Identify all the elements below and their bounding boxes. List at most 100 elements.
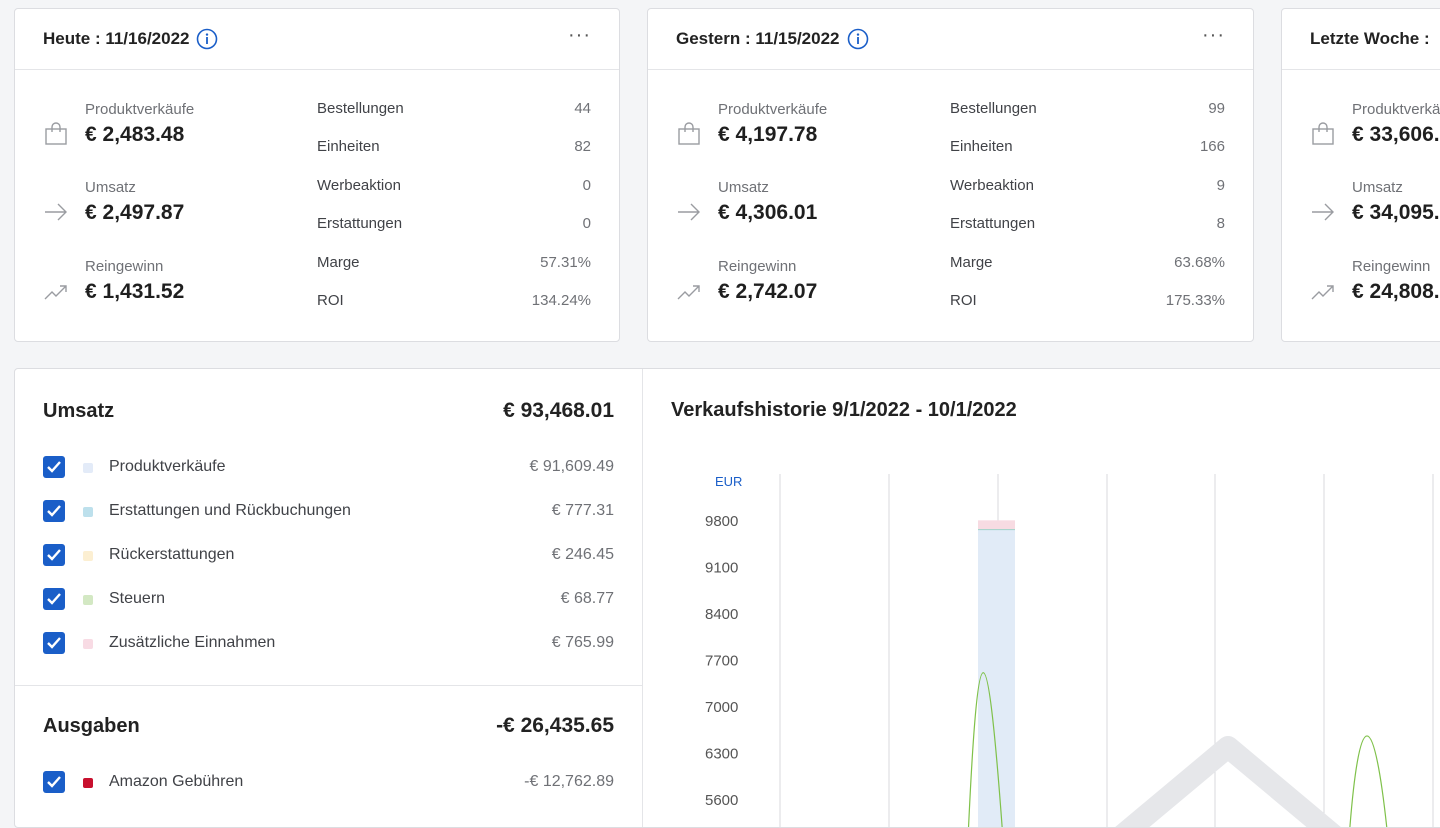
watermark-logo-icon bbox=[1115, 736, 1341, 827]
shopping-bag-icon bbox=[678, 122, 700, 145]
info-icon[interactable] bbox=[847, 28, 869, 50]
revenue-item-product-sales[interactable]: Produktverkäufe € 91,609.49 bbox=[43, 456, 614, 480]
metric-value: € 34,095. bbox=[1352, 201, 1440, 224]
stat-value: 0 bbox=[582, 177, 591, 194]
checkbox[interactable] bbox=[43, 588, 65, 610]
section-divider bbox=[15, 685, 642, 686]
revenue-item-reimbursements[interactable]: Rückerstattungen € 246.45 bbox=[43, 544, 614, 568]
card-title-text: Gestern : 11/15/2022 bbox=[676, 29, 840, 48]
metric-label: Reingewinn bbox=[718, 258, 797, 275]
metric-value: € 4,306.01 bbox=[718, 201, 818, 224]
stat-value: 44 bbox=[574, 100, 591, 117]
arrow-right-icon bbox=[1312, 203, 1334, 221]
stat-label: Bestellungen bbox=[317, 100, 404, 117]
stat-label: Erstattungen bbox=[317, 215, 403, 232]
card-header: Letzte Woche : bbox=[1282, 9, 1440, 70]
metric-label: Umsatz bbox=[85, 179, 136, 196]
revenue-item-value: € 91,609.49 bbox=[529, 458, 614, 475]
card-title: Heute : 11/16/2022 bbox=[43, 28, 218, 50]
revenue-item-value: € 246.45 bbox=[551, 546, 614, 563]
legend-swatch bbox=[83, 551, 93, 561]
metric-value: € 24,808. bbox=[1352, 280, 1440, 303]
stat-label: ROI bbox=[317, 292, 344, 309]
revenue-item-taxes[interactable]: Steuern € 68.77 bbox=[43, 588, 614, 612]
revenue-item-label: Rückerstattungen bbox=[109, 546, 235, 563]
checkbox[interactable] bbox=[43, 544, 65, 566]
chart-bar bbox=[978, 529, 1015, 827]
trending-up-icon bbox=[44, 285, 67, 300]
sales-history-chart-panel: Verkaufshistorie 9/1/2022 - 10/1/2022 EU… bbox=[643, 369, 1440, 827]
card-header: Gestern : 11/15/2022 ··· bbox=[648, 9, 1253, 70]
revenue-item-label: Steuern bbox=[109, 590, 166, 607]
card-header: Heute : 11/16/2022 ··· bbox=[15, 9, 619, 70]
revenue-item-value: € 765.99 bbox=[551, 634, 614, 651]
y-tick-label: 9800 bbox=[705, 513, 738, 530]
metric-value: € 2,742.07 bbox=[718, 280, 818, 303]
checkbox[interactable] bbox=[43, 500, 65, 522]
y-tick-label: 5600 bbox=[705, 792, 738, 809]
checkbox[interactable] bbox=[43, 771, 65, 793]
metric-label: Produktverkä bbox=[1352, 101, 1440, 118]
trending-up-icon bbox=[1311, 285, 1334, 300]
arrow-right-icon bbox=[678, 203, 700, 221]
stat-value: 166 bbox=[1199, 138, 1225, 155]
revenue-total: € 93,468.01 bbox=[503, 399, 614, 422]
expense-item-value: -€ 12,762.89 bbox=[524, 773, 614, 790]
expenses-section-title: Ausgaben bbox=[43, 715, 140, 737]
metric-label: Produktverkäufe bbox=[85, 101, 195, 118]
stat-value: 57.31% bbox=[540, 254, 591, 271]
metric-value: € 33,606. bbox=[1352, 123, 1440, 146]
y-tick-label: 7000 bbox=[705, 699, 738, 716]
stat-value: 8 bbox=[1216, 215, 1225, 232]
stat-label: Marge bbox=[950, 254, 993, 271]
revenue-overview-card: Umsatz € 93,468.01 Produktverkäufe € 91,… bbox=[14, 368, 1440, 828]
checkbox[interactable] bbox=[43, 632, 65, 654]
stat-label: Werbeaktion bbox=[950, 177, 1034, 194]
y-axis-unit-label: EUR bbox=[715, 474, 742, 489]
metric-value: € 2,497.87 bbox=[85, 201, 185, 224]
stat-label: Einheiten bbox=[317, 138, 380, 155]
card-title-text: Letzte Woche : bbox=[1310, 29, 1430, 48]
expense-item-amazon-fees[interactable]: Amazon Gebühren -€ 12,762.89 bbox=[43, 771, 614, 795]
shopping-bag-icon bbox=[1312, 122, 1334, 145]
revenue-section-title: Umsatz bbox=[43, 400, 115, 422]
legend-swatch bbox=[83, 778, 93, 788]
revenue-breakdown-panel: Umsatz € 93,468.01 Produktverkäufe € 91,… bbox=[15, 369, 643, 827]
checkbox[interactable] bbox=[43, 456, 65, 478]
revenue-item-label: Erstattungen und Rückbuchungen bbox=[109, 502, 351, 519]
more-options-icon[interactable]: ··· bbox=[1202, 25, 1225, 45]
metric-value: € 1,431.52 bbox=[85, 280, 185, 303]
revenue-item-label: Zusätzliche Einnahmen bbox=[109, 634, 276, 651]
stat-label: ROI bbox=[950, 292, 977, 309]
revenue-item-additional-income[interactable]: Zusätzliche Einnahmen € 765.99 bbox=[43, 632, 614, 656]
expenses-total: -€ 26,435.65 bbox=[496, 714, 614, 737]
metric-value: € 2,483.48 bbox=[85, 123, 185, 146]
stat-label: Bestellungen bbox=[950, 100, 1037, 117]
revenue-item-refunds-chargebacks[interactable]: Erstattungen und Rückbuchungen € 777.31 bbox=[43, 500, 614, 524]
revenue-item-value: € 68.77 bbox=[560, 590, 614, 607]
arrow-right-icon bbox=[45, 203, 67, 221]
stat-value: 134.24% bbox=[531, 292, 591, 309]
more-options-icon[interactable]: ··· bbox=[568, 25, 591, 45]
revenue-item-value: € 777.31 bbox=[551, 502, 614, 519]
y-tick-label: 7700 bbox=[705, 653, 738, 670]
stat-label: Erstattungen bbox=[950, 215, 1036, 232]
trending-up-icon bbox=[677, 285, 700, 300]
legend-swatch bbox=[83, 463, 93, 473]
card-title: Letzte Woche : bbox=[1310, 29, 1430, 49]
stat-value: 175.33% bbox=[1165, 292, 1225, 309]
y-tick-label: 9100 bbox=[705, 560, 738, 577]
stat-value: 82 bbox=[574, 138, 591, 155]
expense-item-label: Amazon Gebühren bbox=[109, 773, 244, 790]
legend-swatch bbox=[83, 507, 93, 517]
chart-bar-segment bbox=[978, 520, 1015, 530]
summary-card-today: Heute : 11/16/2022 ··· Produktverkäufe €… bbox=[14, 8, 620, 342]
stat-value: 99 bbox=[1208, 100, 1225, 117]
revenue-item-label: Produktverkäufe bbox=[109, 458, 226, 475]
sales-history-chart: EUR 9800 9100 8400 7700 7000 6300 5600 bbox=[705, 474, 1434, 827]
stat-value: 63.68% bbox=[1174, 254, 1225, 271]
legend-swatch bbox=[83, 639, 93, 649]
chart-line-segment bbox=[1349, 735, 1388, 827]
card-title-text: Heute : 11/16/2022 bbox=[43, 29, 190, 48]
info-icon[interactable] bbox=[196, 28, 218, 50]
